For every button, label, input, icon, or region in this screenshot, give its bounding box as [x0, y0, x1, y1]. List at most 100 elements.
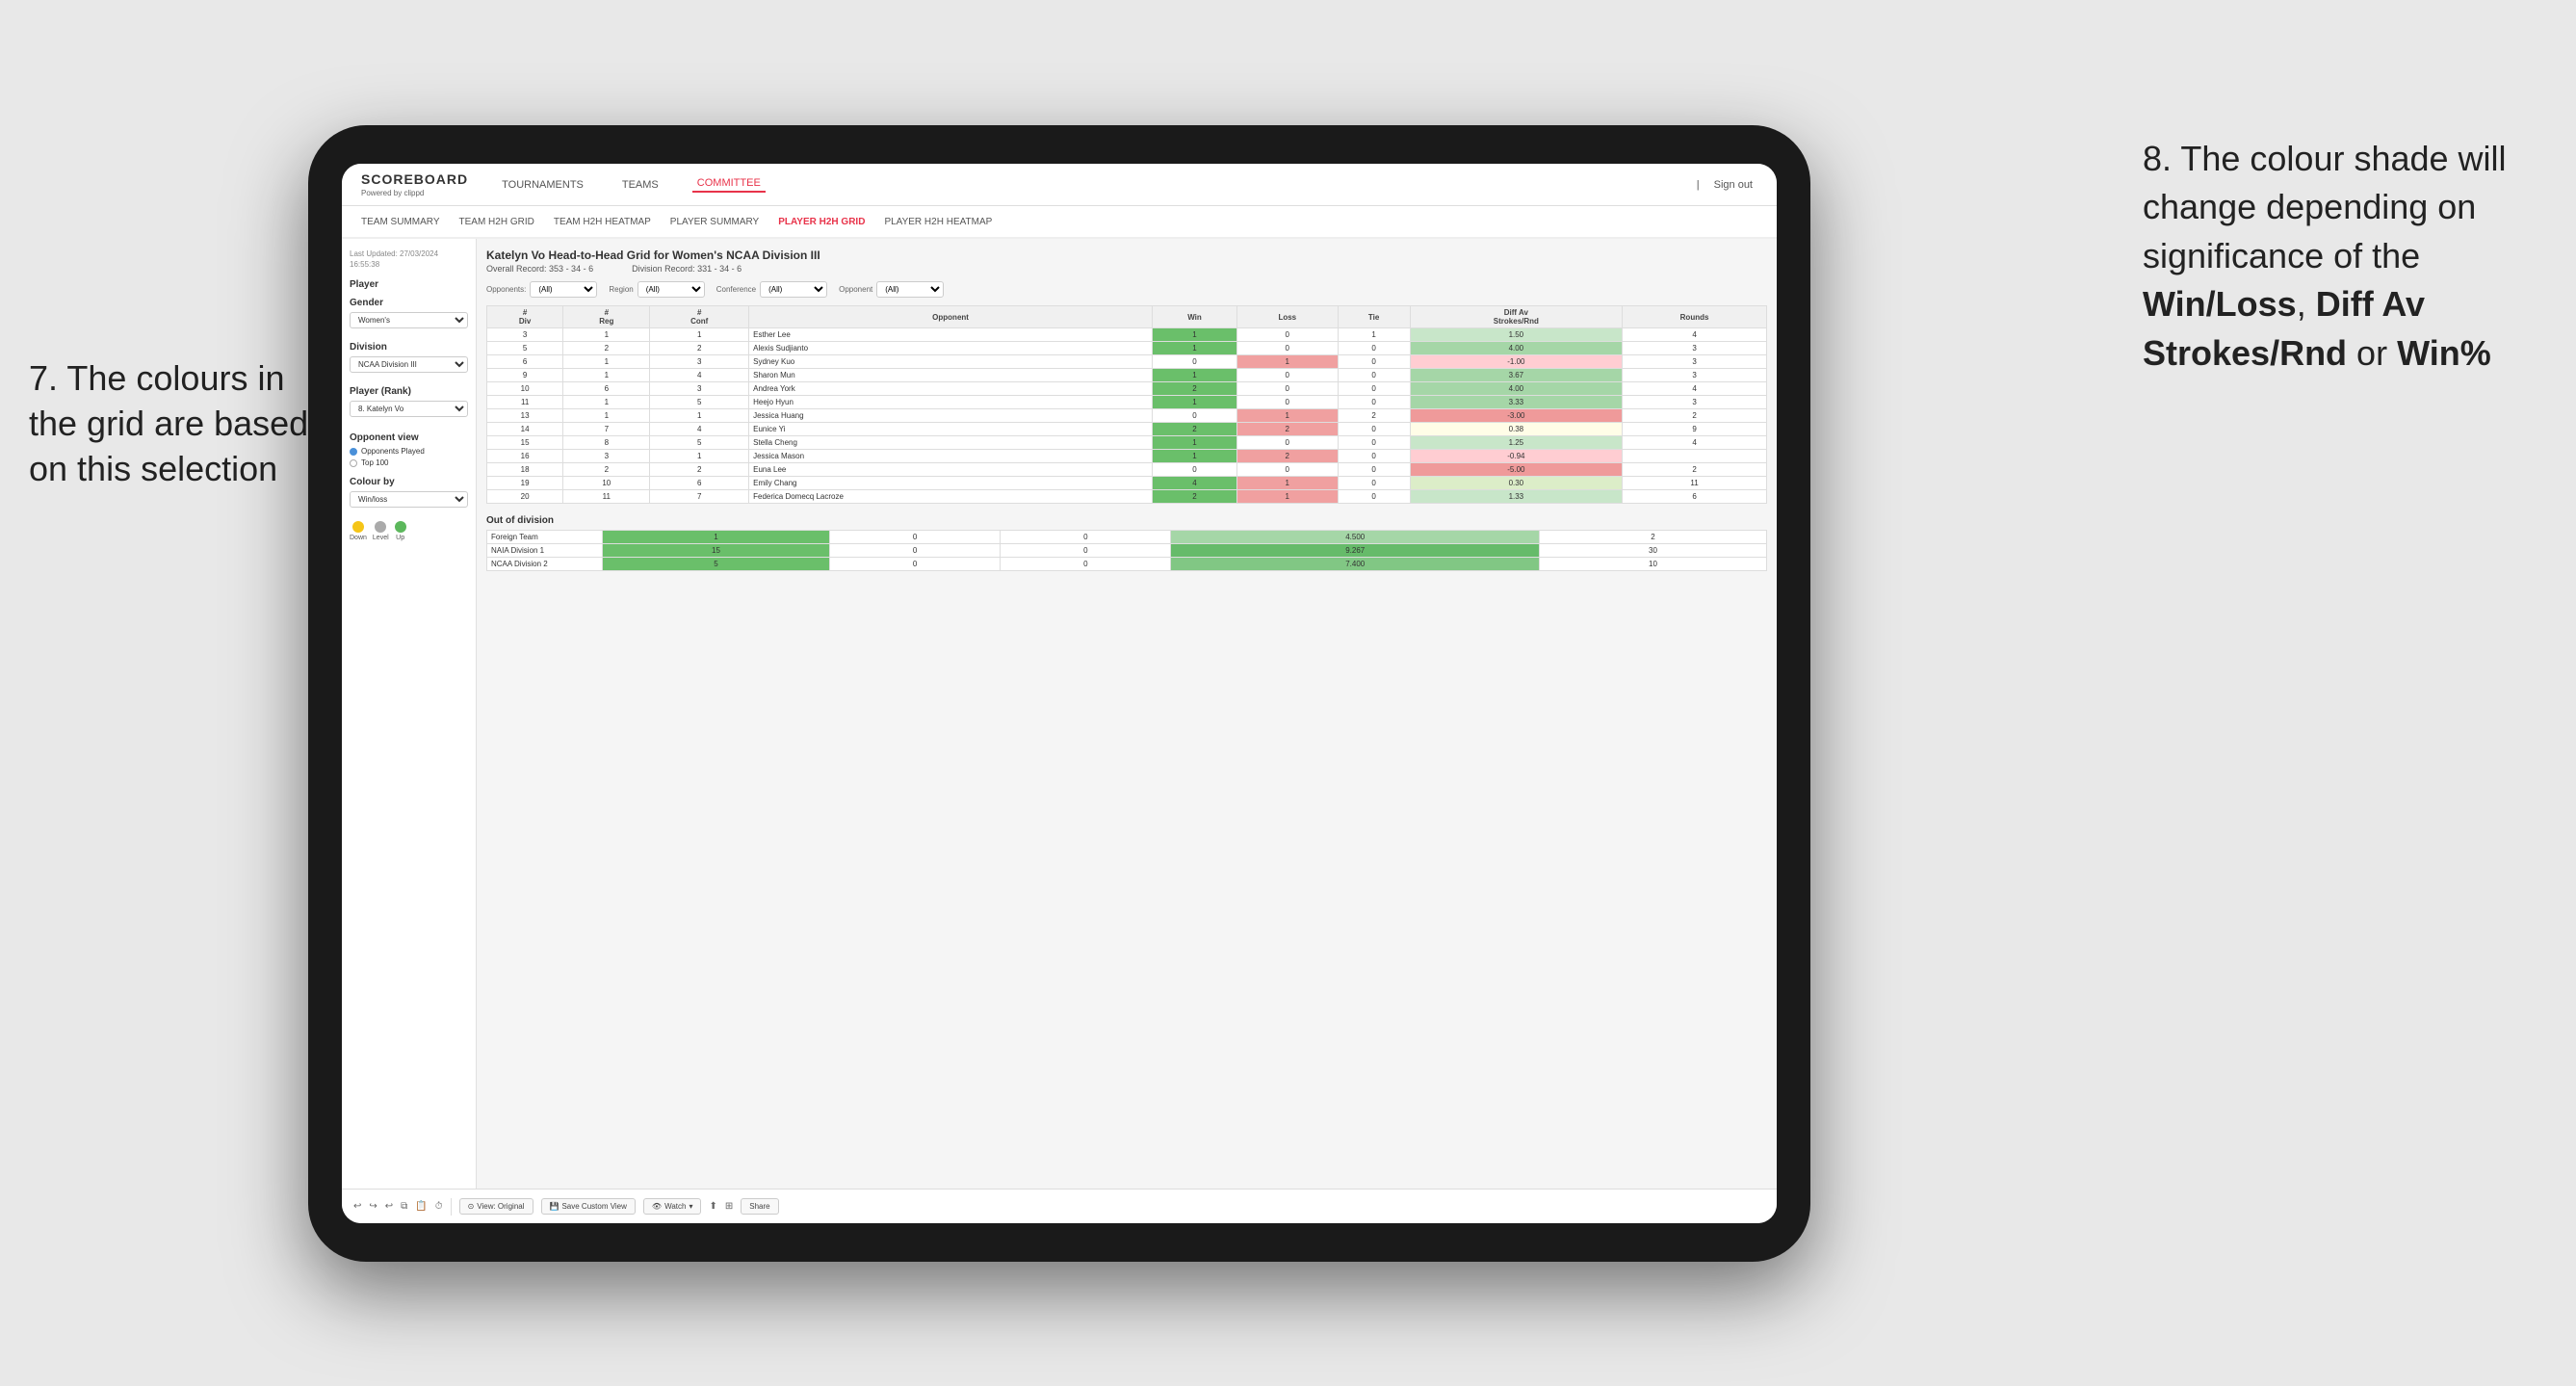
conference-filter-select[interactable]: (All): [760, 281, 827, 298]
subnav-player-h2h-grid[interactable]: PLAYER H2H GRID: [778, 217, 865, 227]
th-reg: #Reg: [563, 306, 650, 328]
top-100-option[interactable]: Top 100: [350, 458, 468, 467]
bottom-toolbar: ↩ ↪ ↩ ⧉ 📋 ⏱ ⊙ View: Original 💾 Save Cust…: [342, 1189, 1777, 1223]
undo2-icon[interactable]: ↩: [385, 1201, 393, 1212]
annotation-right: 8. The colour shade will change dependin…: [2143, 135, 2547, 378]
legend-up-dot: [395, 521, 406, 533]
td-tie: 1: [1338, 328, 1410, 342]
legend-down: Down: [350, 521, 367, 541]
table-row: NAIA Division 1 15 0 0 9.267 30: [487, 544, 1767, 558]
main-content: Last Updated: 27/03/2024 16:55:38 Player…: [342, 239, 1777, 1189]
legend-level: Level: [373, 521, 389, 541]
view-original-btn[interactable]: ⊙ View: Original: [459, 1198, 533, 1215]
division-select[interactable]: NCAA Division III: [350, 356, 468, 373]
td-opponent: Foreign Team: [487, 531, 603, 544]
opponents-played-radio[interactable]: [350, 448, 357, 456]
table-row: 19106 Emily Chang 410 0.3011: [487, 477, 1767, 490]
table-row: 1063 Andrea York 200 4.004: [487, 382, 1767, 396]
colour-by-section: Colour by Win/loss: [350, 477, 468, 513]
nav-tournaments[interactable]: TOURNAMENTS: [497, 179, 588, 191]
conference-filter: Conference (All): [716, 281, 827, 298]
redo-icon[interactable]: ↪: [369, 1201, 377, 1212]
td-opponent: Esther Lee: [749, 328, 1153, 342]
td-opponent: Heejo Hyun: [749, 396, 1153, 409]
watch-btn[interactable]: 👁 Watch▾: [643, 1198, 702, 1215]
share-btn[interactable]: Share: [741, 1198, 778, 1215]
td-opponent: NCAA Division 2: [487, 558, 603, 571]
td-diff: 1.50: [1410, 328, 1623, 342]
table-row: Foreign Team 1 0 0 4.500 2: [487, 531, 1767, 544]
export-icon[interactable]: ⬆: [709, 1201, 716, 1212]
paste-icon[interactable]: 📋: [415, 1201, 427, 1212]
save-icon: 💾: [550, 1202, 559, 1211]
opponents-played-option[interactable]: Opponents Played: [350, 447, 468, 456]
td-opponent: Jessica Mason: [749, 450, 1153, 463]
opponent-filter-select[interactable]: (All): [876, 281, 944, 298]
division-label: Division: [350, 342, 468, 353]
td-opponent: Jessica Huang: [749, 409, 1153, 423]
td-opponent: NAIA Division 1: [487, 544, 603, 558]
table-row: 20117 Federica Domecq Lacroze 210 1.336: [487, 490, 1767, 504]
td-opponent: Euna Lee: [749, 463, 1153, 477]
overall-record: Overall Record: 353 - 34 - 6: [486, 264, 593, 274]
legend-level-dot: [375, 521, 386, 533]
view-icon: ⊙: [468, 1202, 475, 1211]
td-opponent: Andrea York: [749, 382, 1153, 396]
player-rank-select[interactable]: 8. Katelyn Vo: [350, 401, 468, 417]
th-conf: #Conf: [650, 306, 749, 328]
td-opponent: Stella Cheng: [749, 436, 1153, 450]
table-row: 1631 Jessica Mason 120 -0.94: [487, 450, 1767, 463]
subnav-team-h2h-heatmap[interactable]: TEAM H2H HEATMAP: [554, 217, 651, 227]
tablet-device: SCOREBOARD Powered by clippd TOURNAMENTS…: [308, 125, 1810, 1262]
opponents-filter-select[interactable]: (All): [530, 281, 597, 298]
gender-select[interactable]: Women's: [350, 312, 468, 328]
opponent-view-section: Opponent view Opponents Played Top 100: [350, 432, 468, 467]
table-row: 613 Sydney Kuo 010 -1.003: [487, 355, 1767, 369]
grid-title: Katelyn Vo Head-to-Head Grid for Women's…: [486, 248, 1767, 262]
left-panel: Last Updated: 27/03/2024 16:55:38 Player…: [342, 239, 477, 1189]
copy-icon[interactable]: ⧉: [401, 1201, 407, 1212]
grid-icon[interactable]: ⊞: [725, 1201, 733, 1212]
table-row: 1115 Heejo Hyun 100 3.333: [487, 396, 1767, 409]
th-tie: Tie: [1338, 306, 1410, 328]
opponents-filter: Opponents: (All): [486, 281, 597, 298]
td-conf: 1: [650, 328, 749, 342]
td-div: 3: [487, 328, 563, 342]
subnav-player-summary[interactable]: PLAYER SUMMARY: [670, 217, 759, 227]
subnav-team-summary[interactable]: TEAM SUMMARY: [361, 217, 440, 227]
table-row: 1474 Eunice Yi 220 0.389: [487, 423, 1767, 436]
logo: SCOREBOARD Powered by clippd: [361, 171, 468, 197]
opponent-view-label: Opponent view: [350, 432, 468, 443]
top-100-radio[interactable]: [350, 459, 357, 467]
save-custom-btn[interactable]: 💾 Save Custom View: [541, 1198, 636, 1215]
legend-up: Up: [395, 521, 406, 541]
table-row: 3 1 1 Esther Lee 1 0 1 1.50 4: [487, 328, 1767, 342]
td-win: 1: [1153, 328, 1237, 342]
nav-committee[interactable]: COMMITTEE: [692, 177, 766, 193]
region-filter-select[interactable]: (All): [637, 281, 705, 298]
grid-area: Katelyn Vo Head-to-Head Grid for Women's…: [477, 239, 1777, 1189]
nav-teams[interactable]: TEAMS: [617, 179, 664, 191]
subnav-player-h2h-heatmap[interactable]: PLAYER H2H HEATMAP: [884, 217, 992, 227]
td-loss: 0: [1236, 328, 1338, 342]
td-rounds: 4: [1623, 328, 1767, 342]
td-opponent: Eunice Yi: [749, 423, 1153, 436]
table-row: 522 Alexis Sudjianto 100 4.003: [487, 342, 1767, 355]
table-row: 914 Sharon Mun 100 3.673: [487, 369, 1767, 382]
sign-out[interactable]: Sign out: [1709, 179, 1757, 191]
table-row: 1311 Jessica Huang 012 -3.002: [487, 409, 1767, 423]
colour-by-select[interactable]: Win/loss: [350, 491, 468, 508]
th-diff: Diff AvStrokes/Rnd: [1410, 306, 1623, 328]
sub-nav: TEAM SUMMARY TEAM H2H GRID TEAM H2H HEAT…: [342, 206, 1777, 239]
table-header-row: #Div #Reg #Conf Opponent Win Loss Tie Di…: [487, 306, 1767, 328]
undo-icon[interactable]: ↩: [353, 1201, 361, 1212]
clock-icon[interactable]: ⏱: [435, 1201, 443, 1212]
h2h-table: #Div #Reg #Conf Opponent Win Loss Tie Di…: [486, 305, 1767, 504]
legend-down-dot: [352, 521, 364, 533]
tablet-screen: SCOREBOARD Powered by clippd TOURNAMENTS…: [342, 164, 1777, 1223]
subnav-team-h2h-grid[interactable]: TEAM H2H GRID: [459, 217, 534, 227]
td-opponent: Federica Domecq Lacroze: [749, 490, 1153, 504]
watch-icon: 👁: [652, 1202, 662, 1211]
filter-row: Opponents: (All) Region (All) Conference: [486, 281, 1767, 298]
td-opponent: Sharon Mun: [749, 369, 1153, 382]
